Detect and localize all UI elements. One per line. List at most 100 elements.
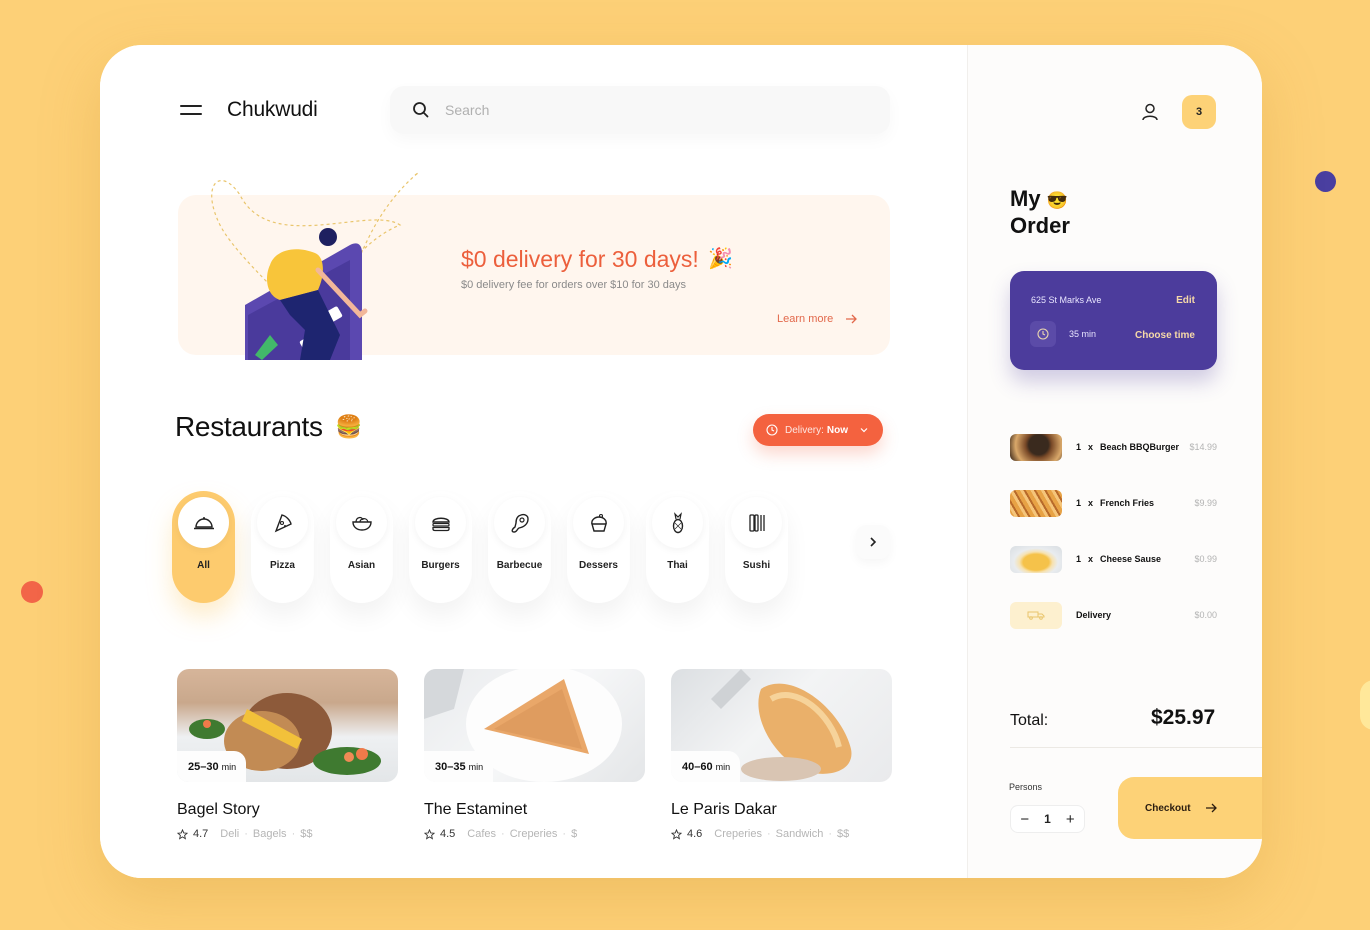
restaurant-name: Le Paris Dakar <box>671 801 777 818</box>
category-sushi[interactable]: Sushi <box>725 491 788 603</box>
item-name: French Fries <box>1100 498 1155 508</box>
delivery-time-badge: 40–60 min <box>671 751 741 782</box>
decorative-shape-yellow <box>1360 680 1370 730</box>
category-asian[interactable]: Asian <box>330 491 393 603</box>
promo-subtitle: $0 delivery fee for orders over $10 for … <box>461 279 687 291</box>
learn-more-link[interactable]: Learn more <box>777 313 858 325</box>
item-times: x <box>1088 442 1094 452</box>
delivery-time: 25–30 <box>188 760 219 773</box>
restaurant-list: 25–30 min Bagel Story 4.7 Deli · Bagels · $… <box>177 669 892 840</box>
restaurant-meta: 4.5 Cafes · Creperies · $ <box>424 828 645 840</box>
delivery-time-badge: 30–35 min <box>424 751 494 782</box>
delivery-time: 40–60 <box>682 760 713 773</box>
user-icon[interactable] <box>1140 102 1160 122</box>
restaurant-tag: Sandwich <box>775 828 824 840</box>
restaurant-tag: Bagels <box>252 828 287 840</box>
restaurant-card[interactable]: 30–35 min The Estaminet 4.5 Cafes · Creper… <box>424 669 645 840</box>
restaurant-tag: Creperies <box>714 828 762 840</box>
search-bar[interactable] <box>390 86 890 134</box>
order-items: 1 x Beach BBQBurger $14.99 1 x French Fr… <box>1010 419 1217 643</box>
star-icon <box>177 828 188 840</box>
restaurant-card[interactable]: 40–60 min Le Paris Dakar 4.6 Creperies · S… <box>671 669 892 840</box>
category-label: Thai <box>667 560 688 571</box>
delivery-time-dropdown[interactable]: Delivery: Now <box>753 414 883 446</box>
search-input[interactable] <box>445 102 845 118</box>
clock-icon <box>1030 321 1056 347</box>
restaurant-tag: Creperies <box>509 828 558 840</box>
cart-count-button[interactable]: 3 <box>1182 95 1216 129</box>
category-label: Pizza <box>269 560 295 571</box>
restaurant-tag: Deli <box>220 828 240 840</box>
edit-address-button[interactable]: Edit <box>1176 295 1195 306</box>
main-panel: Chukwudi $0 delivery for 30 days! 🎉 $0 d… <box>100 45 967 878</box>
restaurant-photo: 30–35 min <box>424 669 645 782</box>
decrement-button[interactable]: − <box>1017 811 1033 828</box>
restaurant-meta: 4.6 Creperies · Sandwich · $$ <box>671 828 892 840</box>
item-price: $0.99 <box>1194 554 1217 564</box>
brand-name: Chukwudi <box>227 98 318 121</box>
item-price: $14.99 <box>1189 442 1217 452</box>
category-desserts[interactable]: Dessers <box>567 491 630 603</box>
restaurant-photo: 25–30 min <box>177 669 398 782</box>
delivery-eta: 35 min <box>1069 329 1097 339</box>
item-quantity: 1 <box>1076 554 1082 564</box>
restaurant-price-level: $$ <box>300 828 313 840</box>
delivery-time-badge: 25–30 min <box>177 751 247 782</box>
decorative-dot-purple <box>1315 171 1336 192</box>
delivery-time: 30–35 <box>435 760 466 773</box>
restaurant-tag: Cafes <box>467 828 497 840</box>
category-label: All <box>197 560 210 571</box>
burger-emoji-icon: 🍔 <box>335 414 363 439</box>
category-thai[interactable]: Thai <box>646 491 709 603</box>
restaurant-rating: 4.6 <box>687 828 703 840</box>
cloche-icon <box>193 516 214 529</box>
item-thumbnail <box>1010 545 1062 573</box>
item-price: $9.99 <box>1194 498 1217 508</box>
category-all[interactable]: All <box>172 491 235 603</box>
sunglasses-emoji-icon: 😎 <box>1046 191 1068 210</box>
restaurant-card[interactable]: 25–30 min Bagel Story 4.7 Deli · Bagels · $… <box>177 669 398 840</box>
category-burgers[interactable]: Burgers <box>409 491 472 603</box>
category-label: Dessers <box>579 560 618 571</box>
restaurant-name: Bagel Story <box>177 801 260 818</box>
chevron-down-icon <box>860 428 868 433</box>
search-icon <box>413 102 429 118</box>
pizza-icon <box>274 513 292 532</box>
star-icon <box>671 828 682 840</box>
category-barbecue[interactable]: Barbecue <box>488 491 551 603</box>
order-sidebar: 3 My 😎 Order 625 St Marks Ave Edit 35 min… <box>967 45 1262 878</box>
party-popper-icon: 🎉 <box>708 248 733 270</box>
chevron-right-icon <box>870 537 877 547</box>
checkout-button[interactable]: Checkout <box>1118 777 1262 839</box>
total-label: Total: <box>1010 712 1049 729</box>
noodle-bowl-icon <box>351 516 372 531</box>
delivery-truck-icon <box>1010 601 1062 629</box>
steak-icon <box>511 513 529 533</box>
order-title: My 😎 Order <box>1010 186 1070 238</box>
category-label: Asian <box>347 560 376 571</box>
category-label: Sushi <box>742 560 771 571</box>
order-title-line1: My <box>1010 186 1041 211</box>
item-name: Cheese Sause <box>1100 554 1162 564</box>
item-thumbnail <box>1010 433 1062 461</box>
order-item: 1 x French Fries $9.99 <box>1010 475 1217 531</box>
choose-time-button[interactable]: Choose time <box>1135 330 1195 341</box>
app-window: Chukwudi $0 delivery for 30 days! 🎉 $0 d… <box>100 45 1262 878</box>
category-pizza[interactable]: Pizza <box>251 491 314 603</box>
menu-icon[interactable] <box>180 105 202 117</box>
order-item: 1 x Beach BBQBurger $14.99 <box>1010 419 1217 475</box>
order-item: 1 x Cheese Sause $0.99 <box>1010 531 1217 587</box>
category-label: Barbecue <box>496 560 543 571</box>
persons-value: 1 <box>1044 812 1051 826</box>
restaurant-price-level: $ <box>571 828 578 840</box>
order-delivery-line: Delivery $0.00 <box>1010 587 1217 643</box>
category-list: All Pizza Asian Burgers Barbecue Dessers <box>172 491 788 603</box>
item-times: x <box>1088 498 1094 508</box>
restaurant-rating: 4.5 <box>440 828 456 840</box>
delivery-address: 625 St Marks Ave <box>1031 295 1102 305</box>
increment-button[interactable]: + <box>1062 811 1078 828</box>
item-name: Beach BBQBurger <box>1100 442 1180 452</box>
categories-next-button[interactable] <box>856 525 890 559</box>
item-quantity: 1 <box>1076 442 1082 452</box>
delivery-time-unit: min <box>221 761 237 772</box>
